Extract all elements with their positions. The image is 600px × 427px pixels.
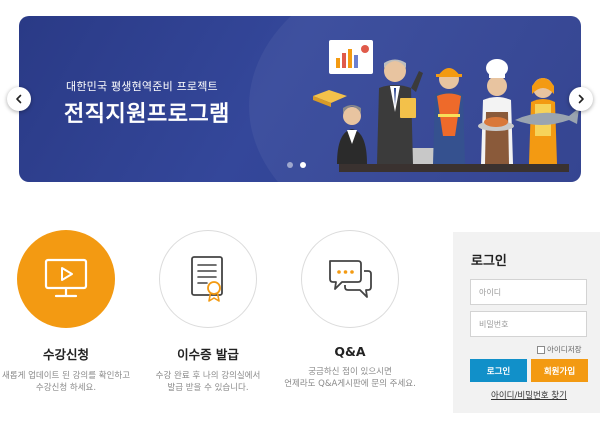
login-panel: 로그인 아이디저장 로그인 회원가입 아이디/비밀번호 찾기	[453, 232, 600, 413]
banner-title: 전직지원프로그램	[64, 102, 230, 127]
slide-dot-active[interactable]	[300, 162, 306, 168]
slide-indicator	[287, 162, 306, 168]
certificate-icon	[191, 256, 223, 302]
service-description: 새롭게 업데이트 된 강의를 확인하고 수강신청 하세요.	[1, 371, 131, 393]
service-description: 수강 완료 후 나의 강의실에서 발급 받을 수 있습니다.	[155, 371, 261, 393]
chevron-right-icon	[578, 94, 584, 104]
chevron-left-icon	[16, 94, 22, 104]
banner-illustration	[313, 40, 579, 172]
save-id-checkbox[interactable]: 아이디저장	[537, 344, 582, 355]
service-icon-circle[interactable]	[301, 230, 399, 328]
login-heading: 로그인	[471, 254, 507, 269]
service-qna[interactable]: Q&A 궁금하신 점이 있으시면 언제라도 Q&A게시판에 문의 주세요.	[270, 230, 430, 390]
chat-bubbles-icon	[329, 260, 372, 298]
find-id-password-link[interactable]: 아이디/비밀번호 찾기	[491, 389, 567, 401]
service-course-registration[interactable]: 수강신청 새롭게 업데이트 된 강의를 확인하고 수강신청 하세요.	[0, 230, 146, 394]
next-slide-button[interactable]	[569, 87, 593, 111]
checkbox-box[interactable]	[537, 345, 545, 354]
password-input[interactable]	[470, 311, 587, 337]
prev-slide-button[interactable]	[7, 87, 31, 111]
hero-banner: 대한민국 평생현역준비 프로젝트 전직지원프로그램	[19, 16, 581, 182]
service-certificate-issue[interactable]: 이수증 발급 수강 완료 후 나의 강의실에서 발급 받을 수 있습니다.	[128, 230, 288, 394]
save-id-label: 아이디저장	[547, 345, 582, 354]
service-label: 이수증 발급	[177, 347, 239, 362]
service-label: 수강신청	[42, 347, 89, 362]
monitor-play-icon	[44, 258, 88, 298]
login-button[interactable]: 로그인	[470, 359, 527, 382]
slide-dot[interactable]	[287, 162, 293, 168]
user-id-input[interactable]	[470, 279, 587, 305]
service-description: 궁금하신 점이 있으시면 언제라도 Q&A게시판에 문의 주세요.	[284, 367, 416, 389]
banner-subtitle: 대한민국 평생현역준비 프로젝트	[66, 80, 218, 93]
service-icon-circle[interactable]	[159, 230, 257, 328]
service-label: Q&A	[334, 344, 366, 359]
signup-button[interactable]: 회원가입	[531, 359, 588, 382]
service-icon-circle[interactable]	[17, 230, 115, 328]
